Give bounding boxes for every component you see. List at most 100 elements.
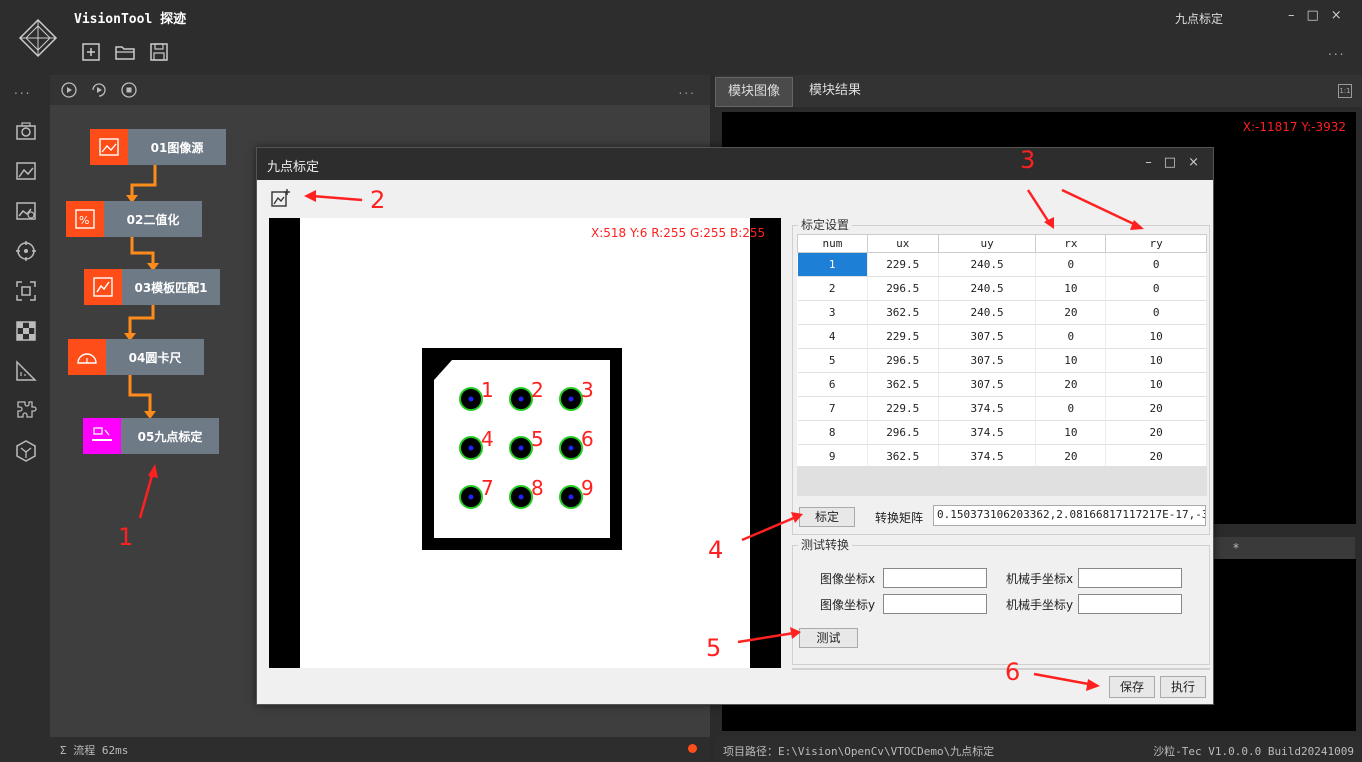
table-row[interactable]: 5 296.5 307.5 10 10 bbox=[797, 348, 1207, 373]
table-cell[interactable]: 307.5 bbox=[938, 372, 1037, 397]
table-cell[interactable]: 6 bbox=[797, 372, 868, 397]
table-cell[interactable]: 10 bbox=[1105, 348, 1207, 373]
result-tab-star[interactable]: * bbox=[1233, 541, 1239, 555]
save-icon[interactable] bbox=[148, 41, 170, 63]
run-loop-icon[interactable] bbox=[90, 81, 108, 99]
focus-frame-icon[interactable] bbox=[14, 279, 38, 303]
table-cell[interactable]: 362.5 bbox=[867, 300, 939, 325]
image-y-input[interactable] bbox=[883, 594, 987, 614]
minimize-icon[interactable]: – bbox=[1288, 8, 1295, 23]
table-cell[interactable]: 20 bbox=[1105, 420, 1207, 445]
target-icon[interactable] bbox=[14, 239, 38, 263]
table-cell[interactable]: 296.5 bbox=[867, 276, 939, 301]
table-row[interactable]: 2 296.5 240.5 10 0 bbox=[797, 276, 1207, 301]
table-cell[interactable]: 9 bbox=[797, 444, 868, 469]
table-row[interactable]: 8 296.5 374.5 10 20 bbox=[797, 420, 1207, 445]
robot-x-input[interactable] bbox=[1078, 568, 1182, 588]
nine-point-calibration-dialog: 九点标定 – □ × 123456789 X:518 Y:6 R:255 G:2… bbox=[256, 147, 1214, 705]
table-cell[interactable]: 240.5 bbox=[938, 300, 1037, 325]
table-cell[interactable]: 307.5 bbox=[938, 324, 1037, 349]
table-cell[interactable]: 10 bbox=[1035, 420, 1107, 445]
table-cell[interactable]: 374.5 bbox=[938, 444, 1037, 469]
table-row[interactable]: 7 229.5 374.5 0 20 bbox=[797, 396, 1207, 421]
table-cell[interactable]: 20 bbox=[1105, 444, 1207, 469]
table-cell[interactable]: 2 bbox=[797, 276, 868, 301]
execute-button[interactable]: 执行 bbox=[1160, 676, 1206, 698]
measure-icon[interactable] bbox=[14, 359, 38, 383]
table-cell[interactable]: 229.5 bbox=[867, 396, 939, 421]
new-file-icon[interactable] bbox=[80, 41, 102, 63]
table-cell[interactable]: 229.5 bbox=[867, 324, 939, 349]
flow-node-binarize[interactable]: % 02二值化 bbox=[66, 201, 202, 237]
table-cell[interactable]: 0 bbox=[1105, 252, 1207, 277]
table-row[interactable]: 1 229.5 240.5 0 0 bbox=[797, 252, 1207, 277]
checker-icon[interactable] bbox=[14, 319, 38, 343]
table-cell[interactable]: 10 bbox=[1105, 372, 1207, 397]
hexagon-icon[interactable] bbox=[14, 439, 38, 463]
image-analysis-icon[interactable] bbox=[14, 199, 38, 223]
table-cell[interactable]: 20 bbox=[1035, 372, 1107, 397]
table-cell[interactable]: 0 bbox=[1035, 396, 1107, 421]
load-image-icon[interactable] bbox=[271, 188, 291, 208]
close-icon[interactable]: × bbox=[1331, 8, 1342, 23]
table-cell[interactable]: 240.5 bbox=[938, 276, 1037, 301]
ratio-icon[interactable]: 1:1 bbox=[1338, 84, 1352, 98]
table-cell[interactable]: 296.5 bbox=[867, 420, 939, 445]
left-more-icon[interactable]: ... bbox=[14, 83, 31, 97]
robot-y-input[interactable] bbox=[1078, 594, 1182, 614]
calibration-table[interactable]: num ux uy rx ry 1 229.5 240.5 0 0 2 296.5 240.5… bbox=[797, 234, 1207, 469]
table-cell[interactable]: 0 bbox=[1105, 300, 1207, 325]
table-cell[interactable]: 10 bbox=[1035, 348, 1107, 373]
table-cell[interactable]: 240.5 bbox=[938, 252, 1037, 277]
dialog-minimize-icon[interactable]: – bbox=[1145, 155, 1152, 170]
maximize-icon[interactable]: □ bbox=[1307, 8, 1319, 23]
table-cell[interactable]: 4 bbox=[797, 324, 868, 349]
flow-node-template-match[interactable]: 03模板匹配1 bbox=[84, 269, 220, 305]
table-cell[interactable]: 20 bbox=[1035, 444, 1107, 469]
table-cell[interactable]: 229.5 bbox=[867, 252, 939, 277]
image-process-icon[interactable] bbox=[14, 159, 38, 183]
table-cell[interactable]: 362.5 bbox=[867, 372, 939, 397]
table-cell[interactable]: 3 bbox=[797, 300, 868, 325]
table-cell[interactable]: 0 bbox=[1035, 324, 1107, 349]
stop-icon[interactable] bbox=[120, 81, 138, 99]
tab-module-image[interactable]: 模块图像 bbox=[715, 77, 794, 107]
tab-module-result[interactable]: 模块结果 bbox=[797, 77, 873, 107]
test-button[interactable]: 测试 bbox=[799, 628, 858, 648]
table-cell[interactable]: 10 bbox=[1035, 276, 1107, 301]
table-cell[interactable]: 1 bbox=[797, 252, 868, 277]
plugin-icon[interactable] bbox=[14, 399, 38, 423]
flow-node-circle-caliper[interactable]: 04圆卡尺 bbox=[68, 339, 204, 375]
more-menu-icon[interactable]: ... bbox=[1328, 44, 1345, 58]
table-cell[interactable]: 374.5 bbox=[938, 420, 1037, 445]
table-cell[interactable]: 307.5 bbox=[938, 348, 1037, 373]
table-cell[interactable]: 20 bbox=[1105, 396, 1207, 421]
table-cell[interactable]: 362.5 bbox=[867, 444, 939, 469]
camera-icon[interactable] bbox=[14, 119, 38, 143]
run-once-icon[interactable] bbox=[60, 81, 78, 99]
table-row[interactable]: 4 229.5 307.5 0 10 bbox=[797, 324, 1207, 349]
dialog-maximize-icon[interactable]: □ bbox=[1164, 155, 1176, 170]
calibrate-button[interactable]: 标定 bbox=[799, 507, 855, 527]
table-cell[interactable]: 10 bbox=[1105, 324, 1207, 349]
open-folder-icon[interactable] bbox=[114, 41, 136, 63]
matrix-field[interactable]: 0.150373106203362,2.08166817117217E-17,-… bbox=[933, 505, 1206, 526]
flow-more-icon[interactable]: ... bbox=[679, 83, 696, 97]
table-cell[interactable]: 5 bbox=[797, 348, 868, 373]
table-cell[interactable]: 20 bbox=[1035, 300, 1107, 325]
table-row[interactable]: 6 362.5 307.5 20 10 bbox=[797, 372, 1207, 397]
table-cell[interactable]: 0 bbox=[1105, 276, 1207, 301]
table-row[interactable]: 9 362.5 374.5 20 20 bbox=[797, 444, 1207, 469]
table-cell[interactable]: 0 bbox=[1035, 252, 1107, 277]
flow-node-nine-point-calibration[interactable]: 05九点标定 bbox=[83, 418, 219, 454]
table-cell[interactable]: 7 bbox=[797, 396, 868, 421]
flow-node-image-source[interactable]: 01图像源 bbox=[90, 129, 226, 165]
table-row[interactable]: 3 362.5 240.5 20 0 bbox=[797, 300, 1207, 325]
calibration-image-canvas[interactable]: 1 2 3 4 5 6 7 8 9 X:518 Y:6 R:255 G:255 B:255 bbox=[269, 218, 781, 668]
image-x-input[interactable] bbox=[883, 568, 987, 588]
dialog-close-icon[interactable]: × bbox=[1188, 155, 1199, 170]
table-cell[interactable]: 8 bbox=[797, 420, 868, 445]
table-cell[interactable]: 374.5 bbox=[938, 396, 1037, 421]
save-button[interactable]: 保存 bbox=[1109, 676, 1155, 698]
table-cell[interactable]: 296.5 bbox=[867, 348, 939, 373]
